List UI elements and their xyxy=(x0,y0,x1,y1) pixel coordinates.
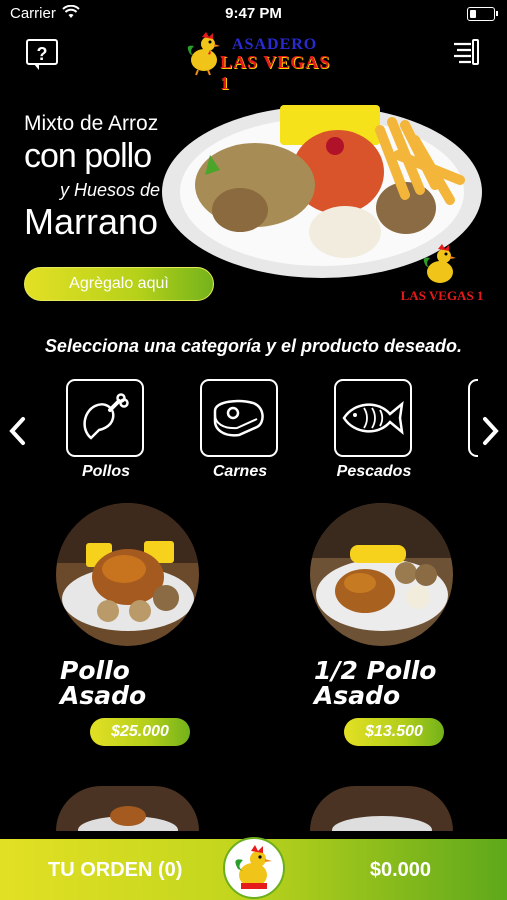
chevron-right-icon xyxy=(483,417,499,445)
product-name-line1: 1/2 Pollo xyxy=(314,656,437,685)
status-bar: Carrier 9:47 PM xyxy=(0,0,507,28)
category-carnes[interactable]: Carnes xyxy=(200,379,280,481)
steak-icon xyxy=(213,399,264,437)
promo-title-line1: Mixto de Arroz xyxy=(24,112,159,135)
logo-text-bottom: LAS VEGAS 1 xyxy=(220,52,331,93)
product-price: $13.500 xyxy=(344,718,444,746)
order-total: $0.000 xyxy=(369,859,431,881)
menu-button[interactable] xyxy=(451,38,481,66)
promo-title-line4: Marrano xyxy=(24,201,159,242)
category-label: Pollos xyxy=(81,463,130,480)
product-card-pollo-asado[interactable]: Pollo Asado $25.000 xyxy=(56,503,246,746)
clock: 9:47 PM xyxy=(225,5,282,22)
product-name: 1/2 Pollo Asado xyxy=(314,658,500,708)
product-card-peek[interactable] xyxy=(56,786,199,831)
category-pescados[interactable]: Pescados xyxy=(334,379,414,481)
category-next-peek[interactable] xyxy=(468,379,478,457)
carousel-prev-button[interactable] xyxy=(6,414,28,448)
promo-title-line2: con pollo xyxy=(24,137,152,175)
order-logo-button[interactable] xyxy=(223,837,285,899)
promo-add-button[interactable]: Agrègalo aquì xyxy=(24,267,214,301)
category-icon-box xyxy=(468,379,478,457)
category-label: Carnes xyxy=(212,463,268,480)
section-title: Selecciona una categoría y el producto d… xyxy=(44,336,463,356)
product-name: Pollo Asado xyxy=(60,658,246,708)
chicken-leg-icon xyxy=(83,393,129,440)
product-image xyxy=(56,503,199,646)
category-icon-box xyxy=(200,379,278,457)
rooster-icon xyxy=(235,845,272,889)
category-icon-box xyxy=(66,379,144,457)
product-name-line1: Pollo xyxy=(60,656,130,685)
promo-brand-logo: LAS VEGAS 1 xyxy=(396,242,488,304)
rooster-icon xyxy=(423,244,456,283)
menu-icon xyxy=(454,39,479,65)
promo-brand-text: LAS VEGAS 1 xyxy=(400,288,484,303)
product-name-line2: Asado xyxy=(314,681,401,710)
category-icon-box xyxy=(334,379,412,457)
promo-title-line3: y Huesos de xyxy=(60,180,161,200)
category-label: Pescados xyxy=(336,463,412,480)
product-card-medio-pollo-asado[interactable]: 1/2 Pollo Asado $13.500 xyxy=(310,503,500,746)
help-button[interactable]: ? xyxy=(26,39,58,70)
chevron-left-icon xyxy=(9,417,25,445)
product-card-peek[interactable] xyxy=(310,786,453,831)
brand-logo: ASADERO LAS VEGAS 1 xyxy=(182,30,342,93)
battery-icon xyxy=(467,7,498,21)
order-label[interactable]: TU ORDEN (0) xyxy=(48,859,182,882)
product-name-line2: Asado xyxy=(60,681,147,710)
carousel-next-button[interactable] xyxy=(480,414,502,448)
product-image xyxy=(310,503,453,646)
category-pollos[interactable]: Pollos xyxy=(66,379,146,481)
product-price: $25.000 xyxy=(90,718,190,746)
order-bar[interactable]: TU ORDEN (0) $0.000 xyxy=(0,837,507,900)
fish-icon xyxy=(342,400,404,436)
